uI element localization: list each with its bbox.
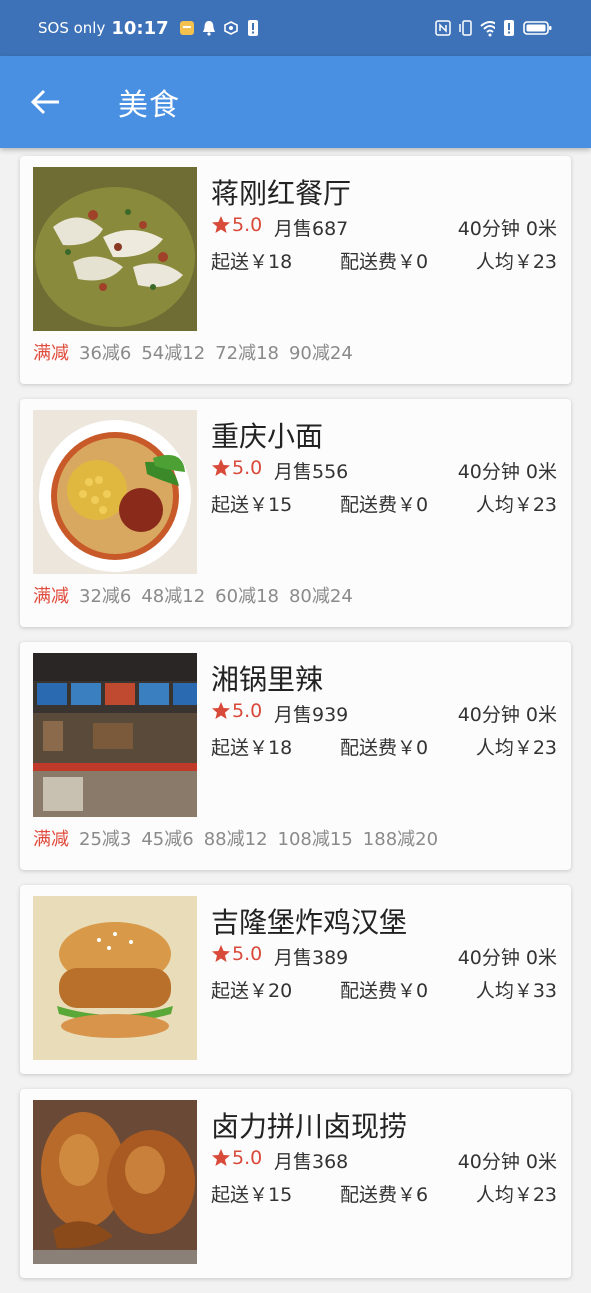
restaurant-list: 蒋刚红餐厅 5.0 月售687 40分钟 0米 起送￥18 配送费￥0 人均￥2… (20, 156, 571, 1293)
restaurant-name: 吉隆堡炸鸡汉堡 (211, 906, 408, 939)
app-bar: 美食 (0, 56, 591, 148)
vibrate-icon (457, 19, 473, 37)
min-order: 起送￥20 (211, 980, 293, 1002)
promo-item: 48减12 (141, 586, 206, 607)
delivery-time-distance: 40分钟 0米 (457, 218, 557, 240)
delivery-fee: 配送费￥0 (340, 251, 429, 273)
promo-item: 60减18 (215, 586, 279, 607)
vpn-icon (223, 19, 239, 37)
delivery-time-distance: 40分钟 0米 (457, 461, 557, 483)
nfc-icon (435, 19, 451, 37)
restaurant-image (33, 167, 197, 331)
restaurant-card[interactable]: 重庆小面 5.0 月售556 40分钟 0米 起送￥15 配送费￥0 人均￥23… (20, 399, 571, 627)
star-icon (212, 1149, 230, 1166)
avg-price: 人均￥23 (475, 1184, 557, 1206)
rating: 5.0 (211, 214, 262, 236)
delivery-fee: 配送费￥6 (340, 1184, 429, 1206)
battery-icon (523, 19, 553, 37)
promo-item: 80减24 (288, 586, 353, 607)
monthly-sales: 月售939 (274, 704, 349, 726)
rating-value: 5.0 (232, 700, 263, 722)
restaurant-image (33, 896, 197, 1060)
rating-value: 5.0 (232, 457, 263, 479)
page-title: 美食 (118, 88, 180, 123)
notification-app-icon (179, 19, 195, 37)
promo-item: 88减12 (203, 829, 268, 850)
promo-row: 满减 25减3 45减6 88减12 108减15 188减20 (33, 825, 438, 851)
restaurant-card[interactable]: 蒋刚红餐厅 5.0 月售687 40分钟 0米 起送￥18 配送费￥0 人均￥2… (20, 156, 571, 384)
avg-price: 人均￥23 (475, 494, 557, 516)
restaurant-image (33, 410, 197, 574)
avg-price: 人均￥33 (475, 980, 557, 1002)
promo-item: 90减24 (288, 343, 353, 364)
monthly-sales: 月售368 (274, 1151, 349, 1173)
carrier-text: SOS only (38, 19, 106, 37)
promo-item: 32减6 (79, 586, 132, 607)
rating: 5.0 (211, 457, 262, 479)
promo-item: 54减12 (141, 343, 206, 364)
clock-time: 10:17 (111, 17, 169, 39)
star-icon (212, 216, 230, 233)
rating-value: 5.0 (232, 943, 263, 965)
restaurant-name: 湘锅里辣 (211, 663, 324, 696)
arrow-left-icon (31, 89, 59, 115)
promo-row: 满减 32减6 48减12 60减18 80减24 (33, 582, 353, 608)
avg-price: 人均￥23 (475, 251, 557, 273)
min-order: 起送￥18 (211, 737, 293, 759)
status-bar: SOS only 10:17 (0, 0, 591, 56)
promo-item: 72减18 (215, 343, 279, 364)
min-order: 起送￥15 (211, 1184, 293, 1206)
rating: 5.0 (211, 1147, 262, 1169)
restaurant-image (33, 653, 197, 817)
rating: 5.0 (211, 943, 262, 965)
min-order: 起送￥15 (211, 494, 293, 516)
rating: 5.0 (211, 700, 262, 722)
restaurant-card[interactable]: 湘锅里辣 5.0 月售939 40分钟 0米 起送￥18 配送费￥0 人均￥23… (20, 642, 571, 870)
star-icon (212, 459, 230, 476)
promo-item: 25减3 (79, 829, 132, 850)
delivery-fee: 配送费￥0 (340, 980, 429, 1002)
delivery-time-distance: 40分钟 0米 (457, 947, 557, 969)
delivery-time-distance: 40分钟 0米 (457, 704, 557, 726)
monthly-sales: 月售556 (274, 461, 349, 483)
restaurant-image (33, 1100, 197, 1264)
monthly-sales: 月售389 (274, 947, 349, 969)
promo-item: 45减6 (141, 829, 194, 850)
delivery-fee: 配送费￥0 (340, 737, 429, 759)
promo-label: 满减 (33, 343, 69, 364)
alert-icon (245, 19, 261, 37)
avg-price: 人均￥23 (475, 737, 557, 759)
delivery-fee: 配送费￥0 (340, 494, 429, 516)
bell-icon (201, 19, 217, 37)
promo-label: 满减 (33, 829, 69, 850)
rating-value: 5.0 (232, 1147, 263, 1169)
restaurant-name: 蒋刚红餐厅 (211, 177, 352, 210)
promo-item: 108减15 (277, 829, 353, 850)
star-icon (212, 702, 230, 719)
promo-item: 188减20 (362, 829, 439, 850)
wifi-icon (479, 19, 495, 37)
star-icon (212, 945, 230, 962)
alert-icon (501, 19, 517, 37)
delivery-time-distance: 40分钟 0米 (457, 1151, 557, 1173)
restaurant-card[interactable]: 吉隆堡炸鸡汉堡 5.0 月售389 40分钟 0米 起送￥20 配送费￥0 人均… (20, 885, 571, 1074)
restaurant-name: 卤力拼川卤现捞 (211, 1110, 408, 1143)
monthly-sales: 月售687 (274, 218, 349, 240)
promo-item: 36减6 (79, 343, 132, 364)
rating-value: 5.0 (232, 214, 263, 236)
promo-label: 满减 (33, 586, 69, 607)
restaurant-name: 重庆小面 (211, 420, 324, 453)
promo-row: 满减 36减6 54减12 72减18 90减24 (33, 339, 353, 365)
restaurant-card[interactable]: 卤力拼川卤现捞 5.0 月售368 40分钟 0米 起送￥15 配送费￥6 人均… (20, 1089, 571, 1278)
back-button[interactable] (20, 76, 72, 128)
min-order: 起送￥18 (211, 251, 293, 273)
